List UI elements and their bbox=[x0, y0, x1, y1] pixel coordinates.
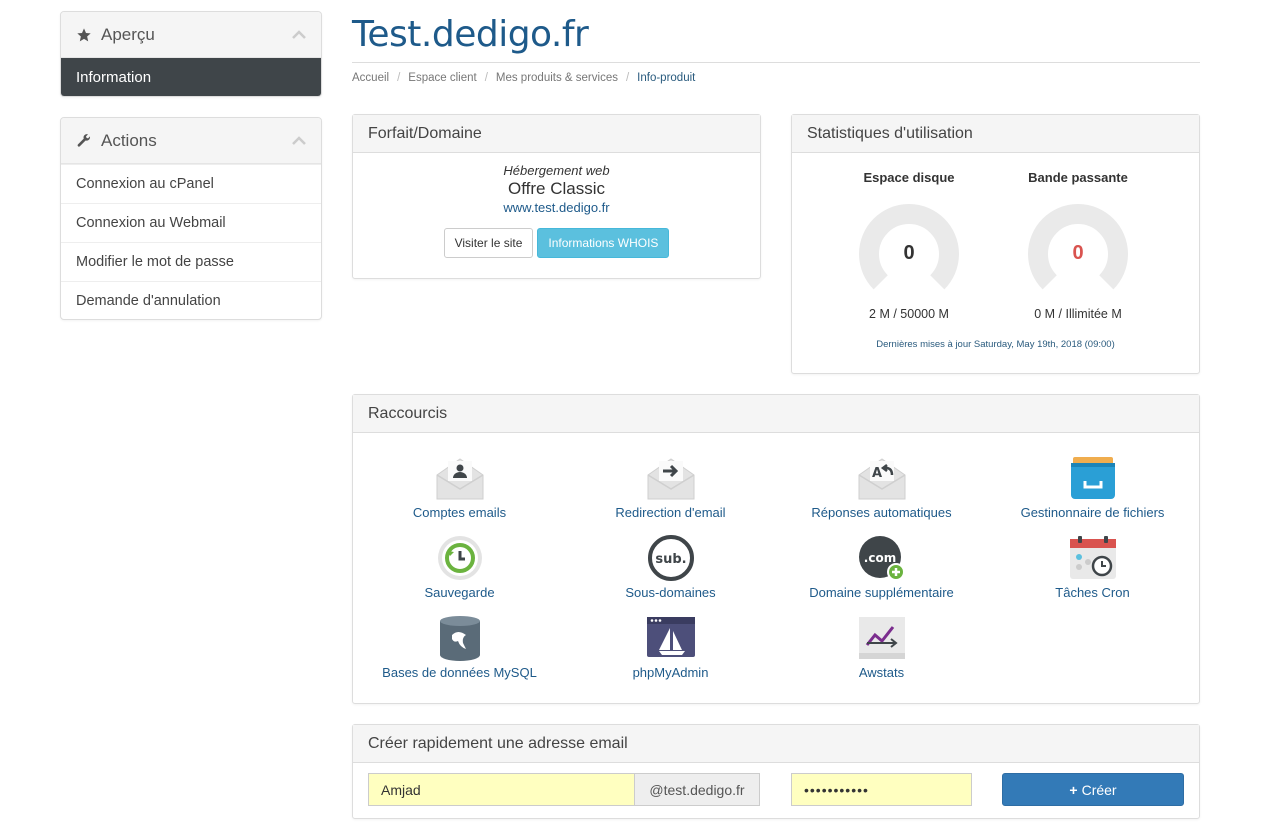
svg-text:A: A bbox=[872, 466, 882, 481]
shortcut-addon-domains[interactable]: .com Domaine supplémentaire bbox=[776, 535, 987, 600]
actions-header[interactable]: Actions bbox=[61, 118, 321, 164]
shortcut-label: Bases de données MySQL bbox=[382, 665, 537, 680]
breadcrumb-home[interactable]: Accueil bbox=[352, 72, 389, 84]
svg-text:sub.: sub. bbox=[655, 552, 686, 567]
breadcrumb-separator: / bbox=[625, 72, 630, 84]
sidebar-item-webmail-login[interactable]: Connexion au Webmail bbox=[61, 203, 321, 242]
star-icon bbox=[75, 26, 93, 44]
shortcut-label: Sauvegarde bbox=[424, 585, 495, 600]
awstats-icon bbox=[858, 617, 905, 659]
shortcut-label: Domaine supplémentaire bbox=[809, 585, 954, 600]
subdomain-icon: sub. bbox=[647, 535, 694, 581]
breadcrumb-client-area[interactable]: Espace client bbox=[408, 72, 476, 84]
shortcut-file-manager[interactable]: Gestinonnaire de fichiers bbox=[987, 455, 1198, 520]
shortcut-label: Tâches Cron bbox=[1055, 585, 1130, 600]
usage-stats-panel: Statistiques d'utilisation Espace disque… bbox=[791, 114, 1200, 374]
breadcrumb: Accueil / Espace client / Mes produits &… bbox=[352, 72, 695, 84]
plan-domain-panel: Forfait/Domaine Hébergement web Offre Cl… bbox=[352, 114, 761, 279]
actions-title: Actions bbox=[101, 130, 157, 150]
breadcrumb-separator: / bbox=[484, 72, 488, 84]
stats-last-updated: Dernières mises à jour Saturday, May 19t… bbox=[876, 339, 1115, 350]
create-email-label: Créer bbox=[1081, 781, 1117, 798]
shortcut-cron-jobs[interactable]: Tâches Cron bbox=[987, 535, 1198, 600]
bandwidth-usage-label: Bande passante bbox=[1028, 170, 1128, 185]
shortcut-label: phpMyAdmin bbox=[632, 665, 709, 680]
plan-domain-title: Forfait/Domaine bbox=[353, 115, 760, 153]
shortcut-label: Sous-domaines bbox=[625, 585, 716, 600]
email-password-input[interactable]: ••••••••••• bbox=[791, 773, 972, 806]
actions-panel: Actions Connexion au cPanel Connexion au… bbox=[60, 117, 322, 320]
shortcut-email-forwarding[interactable]: Redirection d'email bbox=[565, 455, 776, 520]
disk-usage-value: 0 bbox=[903, 242, 915, 264]
chevron-up-icon[interactable] bbox=[291, 131, 307, 151]
page-title: Test.dedigo.fr bbox=[352, 14, 589, 55]
phpmyadmin-icon bbox=[646, 617, 695, 657]
breadcrumb-separator: / bbox=[397, 72, 401, 84]
overview-title: Aperçu bbox=[101, 24, 155, 44]
backup-icon bbox=[437, 536, 482, 580]
bandwidth-usage: Bande passante 0 0 M / Illimitée M bbox=[1003, 170, 1153, 321]
chevron-up-icon[interactable] bbox=[291, 25, 307, 45]
shortcut-label: Redirection d'email bbox=[615, 505, 726, 520]
addon-domain-icon: .com bbox=[858, 536, 905, 581]
overview-panel: Aperçu Information bbox=[60, 11, 322, 97]
shortcut-autoresponders[interactable]: A Réponses automatiques bbox=[776, 455, 987, 520]
product-name: Offre Classic bbox=[508, 179, 605, 198]
sidebar-item-change-password[interactable]: Modifier le mot de passe bbox=[61, 242, 321, 281]
create-email-button[interactable]: + Créer bbox=[1002, 773, 1184, 806]
whois-info-button[interactable]: Informations WHOIS bbox=[537, 228, 670, 258]
domain-link[interactable]: www.test.dedigo.fr bbox=[353, 200, 760, 215]
cron-icon bbox=[1069, 536, 1116, 579]
sidebar-item-cpanel-login[interactable]: Connexion au cPanel bbox=[61, 164, 321, 203]
quick-email-panel: Créer rapidement une adresse email Amjad… bbox=[352, 724, 1200, 819]
quick-email-title: Créer rapidement une adresse email bbox=[353, 725, 1199, 763]
wrench-icon bbox=[75, 132, 93, 150]
shortcut-label: Réponses automatiques bbox=[811, 505, 952, 520]
shortcut-awstats[interactable]: Awstats bbox=[776, 615, 987, 680]
plus-icon: + bbox=[1069, 781, 1078, 798]
svg-text:.com: .com bbox=[863, 551, 895, 565]
disk-usage-label: Espace disque bbox=[863, 170, 955, 185]
shortcut-phpmyadmin[interactable]: phpMyAdmin bbox=[565, 615, 776, 680]
email-username-input[interactable]: Amjad bbox=[368, 773, 635, 806]
title-divider bbox=[352, 62, 1200, 63]
shortcuts-title: Raccourcis bbox=[353, 395, 1199, 433]
shortcuts-panel: Raccourcis Comptes emails Redirection d'… bbox=[352, 394, 1200, 704]
email-account-icon bbox=[436, 458, 483, 500]
disk-usage-amount: 2 M / 50000 M bbox=[869, 307, 949, 321]
overview-header[interactable]: Aperçu bbox=[61, 12, 321, 58]
bandwidth-usage-amount: 0 M / Illimitée M bbox=[1034, 307, 1122, 321]
sidebar-item-information[interactable]: Information bbox=[61, 58, 321, 96]
visit-site-button[interactable]: Visiter le site bbox=[443, 228, 534, 258]
shortcut-email-accounts[interactable]: Comptes emails bbox=[354, 455, 565, 520]
breadcrumb-products[interactable]: Mes produits & services bbox=[496, 72, 618, 84]
shortcut-mysql-databases[interactable]: Bases de données MySQL bbox=[354, 615, 565, 680]
email-domain-addon: @test.dedigo.fr bbox=[634, 773, 760, 806]
autoresponder-icon: A bbox=[858, 458, 905, 500]
breadcrumb-current: Info-produit bbox=[637, 72, 696, 84]
shortcut-label: Awstats bbox=[858, 665, 905, 680]
usage-stats-title: Statistiques d'utilisation bbox=[792, 115, 1199, 153]
shortcut-backup[interactable]: Sauvegarde bbox=[354, 535, 565, 600]
shortcut-subdomains[interactable]: sub. Sous-domaines bbox=[565, 535, 776, 600]
product-type: Hébergement web bbox=[503, 163, 610, 178]
mysql-icon bbox=[439, 616, 480, 661]
bandwidth-usage-value: 0 bbox=[1072, 242, 1084, 264]
sidebar-item-cancel-request[interactable]: Demande d'annulation bbox=[61, 281, 321, 319]
shortcut-label: Gestinonnaire de fichiers bbox=[1020, 505, 1165, 520]
shortcut-label: Comptes emails bbox=[412, 505, 507, 520]
disk-usage: Espace disque 0 2 M / 50000 M bbox=[834, 170, 984, 321]
email-forward-icon bbox=[647, 458, 694, 500]
file-manager-icon bbox=[1070, 457, 1115, 499]
